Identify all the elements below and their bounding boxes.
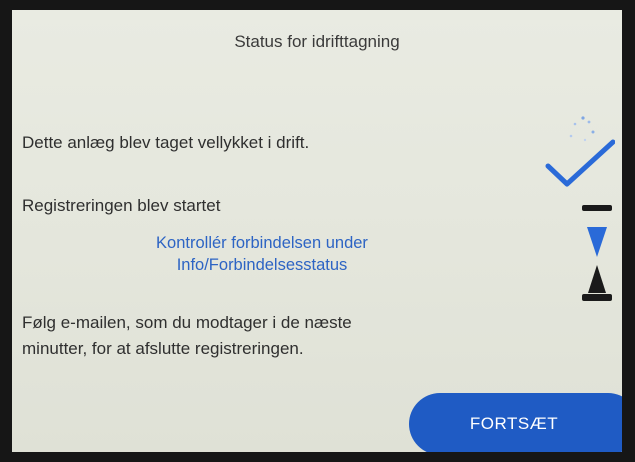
- instruction-line-2: minutter, for at afslutte registreringen…: [22, 339, 304, 358]
- device-bezel: Status for idrifttagning Dette anlæg ble…: [0, 0, 635, 462]
- commission-status-text: Dette anlæg blev taget vellykket i drift…: [22, 133, 310, 152]
- registration-status-text: Registreringen blev startet: [22, 196, 221, 215]
- connection-notice-line-2: Info/Forbindelsesstatus: [176, 256, 348, 274]
- checkmark-icon: [545, 110, 616, 199]
- page-title: Status for idrifttagning: [234, 32, 400, 51]
- hourglass-icon: [582, 205, 612, 308]
- continue-button[interactable]: FORTSÆT: [409, 393, 622, 452]
- instruction-line-1: Følg e-mailen, som du modtager i de næst…: [22, 313, 352, 332]
- connection-notice: Kontrollér forbindelsen under Info/Forbi…: [72, 232, 452, 276]
- connection-notice-line-1: Kontrollér forbindelsen under: [156, 234, 368, 252]
- instruction-text: Følg e-mailen, som du modtager i de næst…: [22, 310, 352, 362]
- commissioning-status-screen: Status for idrifttagning Dette anlæg ble…: [12, 10, 622, 452]
